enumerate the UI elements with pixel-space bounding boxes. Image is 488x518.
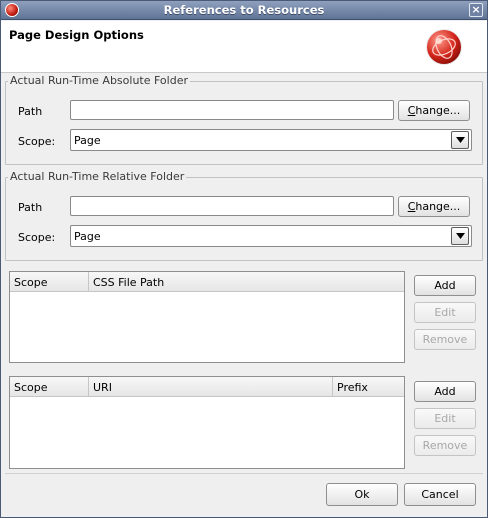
absolute-change-button[interactable]: Change... bbox=[398, 100, 470, 121]
uri-table-header: Scope URI Prefix bbox=[10, 377, 404, 397]
dialog-window: References to Resources × Page Design Op… bbox=[0, 0, 488, 518]
css-column-file-path[interactable]: CSS File Path bbox=[89, 272, 404, 292]
relative-change-label: hange... bbox=[415, 200, 461, 213]
css-file-table[interactable]: Scope CSS File Path bbox=[9, 271, 405, 363]
absolute-folder-legend: Actual Run-Time Absolute Folder bbox=[8, 74, 190, 87]
absolute-folder-group: Actual Run-Time Absolute Folder Path Cha… bbox=[5, 74, 483, 165]
uri-column-prefix[interactable]: Prefix bbox=[333, 377, 404, 397]
relative-folder-legend: Actual Run-Time Relative Folder bbox=[8, 170, 187, 183]
absolute-change-mnemonic: C bbox=[407, 104, 416, 117]
css-add-button[interactable]: Add bbox=[414, 275, 476, 296]
relative-change-button[interactable]: Change... bbox=[398, 196, 470, 217]
absolute-path-label: Path bbox=[18, 105, 43, 118]
header-banner: Page Design Options bbox=[1, 21, 487, 73]
ok-button[interactable]: Ok bbox=[326, 483, 398, 506]
close-icon[interactable]: × bbox=[469, 3, 483, 17]
absolute-path-input[interactable] bbox=[70, 100, 394, 120]
relative-scope-value: Page bbox=[74, 230, 101, 243]
cancel-button[interactable]: Cancel bbox=[404, 483, 476, 506]
relative-scope-select[interactable]: Page bbox=[70, 225, 472, 247]
uri-table-body[interactable] bbox=[10, 398, 404, 468]
chevron-down-icon[interactable] bbox=[451, 131, 469, 149]
chevron-down-icon[interactable] bbox=[451, 227, 469, 245]
css-table-header: Scope CSS File Path bbox=[10, 272, 404, 292]
absolute-scope-label: Scope: bbox=[18, 135, 56, 148]
absolute-scope-value: Page bbox=[74, 134, 101, 147]
uri-remove-button[interactable]: Remove bbox=[414, 435, 476, 456]
relative-folder-group: Actual Run-Time Relative Folder Path Cha… bbox=[5, 170, 483, 261]
absolute-scope-select[interactable]: Page bbox=[70, 129, 472, 151]
uri-table[interactable]: Scope URI Prefix bbox=[9, 376, 405, 469]
relative-scope-label: Scope: bbox=[18, 231, 56, 244]
banner-title: Page Design Options bbox=[9, 28, 144, 42]
relative-change-mnemonic: C bbox=[407, 200, 416, 213]
uri-add-button[interactable]: Add bbox=[414, 381, 476, 402]
relative-path-input[interactable] bbox=[70, 196, 394, 216]
window-title: References to Resources bbox=[163, 3, 325, 17]
relative-path-label: Path bbox=[18, 201, 43, 214]
title-bar[interactable]: References to Resources × bbox=[1, 1, 487, 20]
css-remove-button[interactable]: Remove bbox=[414, 329, 476, 350]
uri-column-uri[interactable]: URI bbox=[89, 377, 333, 397]
uri-edit-button[interactable]: Edit bbox=[414, 408, 476, 429]
uri-column-scope[interactable]: Scope bbox=[10, 377, 89, 397]
css-edit-button[interactable]: Edit bbox=[414, 302, 476, 323]
page-design-logo-icon bbox=[427, 30, 461, 64]
absolute-change-label: hange... bbox=[415, 104, 461, 117]
footer-divider bbox=[5, 473, 483, 474]
css-column-scope[interactable]: Scope bbox=[10, 272, 89, 292]
css-table-body[interactable] bbox=[10, 293, 404, 362]
